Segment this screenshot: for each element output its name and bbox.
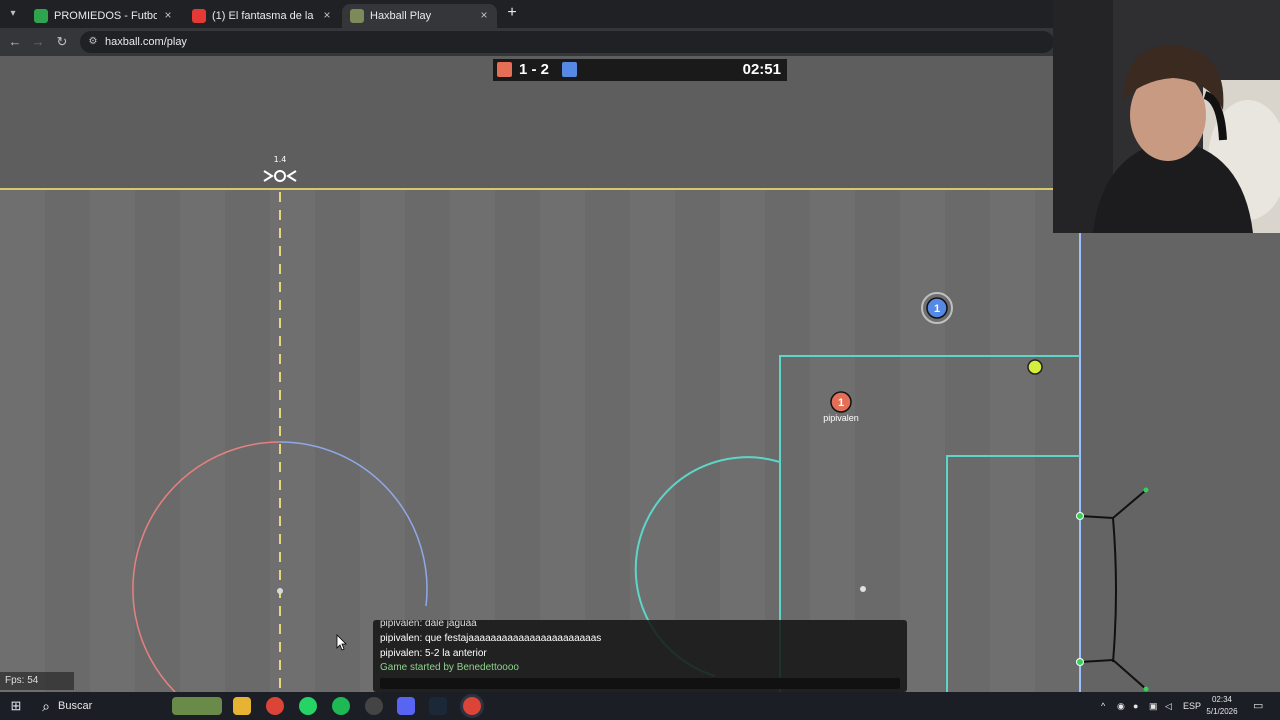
pitch <box>0 189 1080 692</box>
haxball-favicon-icon <box>350 9 364 23</box>
close-icon[interactable]: × <box>320 8 334 22</box>
back-arrow-icon[interactable]: ← <box>6 33 24 51</box>
red-player: 1 <box>830 391 852 413</box>
taskbar-search-label[interactable]: Buscar <box>58 692 92 720</box>
promiedos-favicon-icon <box>34 9 48 23</box>
tab-title: PROMIEDOS - Futbol Argentino <box>54 10 157 22</box>
tab-haxball[interactable]: Haxball Play × <box>342 4 497 28</box>
url-text: haxball.com/play <box>105 36 187 48</box>
red-player-name: pipivalen <box>823 413 859 423</box>
tab-promiedos[interactable]: PROMIEDOS - Futbol Argentino × <box>26 4 181 28</box>
tab-title: (1) El fantasma de la B está lleg <box>212 10 316 22</box>
notifications-icon[interactable]: ▭ <box>1253 692 1263 720</box>
red-player-number: 1 <box>838 397 844 409</box>
fps-counter: Fps: 54 <box>0 672 74 690</box>
chat-line: pipivalen: dale jaguaa <box>380 620 477 629</box>
goal-post-bottom <box>1076 658 1084 666</box>
reload-icon[interactable]: ↻ <box>53 33 71 51</box>
kickoff-spot <box>277 588 283 594</box>
top-marker-label: 1.4 <box>274 155 287 164</box>
network-icon[interactable]: ▣ <box>1149 692 1158 720</box>
steam-icon[interactable] <box>429 697 447 715</box>
widgets-icon[interactable] <box>172 697 222 715</box>
goal-area-outside <box>1080 232 1280 692</box>
tab-youtube[interactable]: (1) El fantasma de la B está lleg × <box>184 4 340 28</box>
scoreboard: 1 - 2 02:51 <box>493 59 787 81</box>
webcam-overlay <box>1053 0 1280 233</box>
close-icon[interactable]: × <box>161 8 175 22</box>
volume-icon[interactable]: ◁ <box>1165 692 1172 720</box>
chrome-icon[interactable] <box>266 697 284 715</box>
penalty-spot <box>860 586 866 592</box>
taskbar: ⊞ ⌕ Buscar ^ ◉ ● ▣ ◁ ESP 02:34 5/1/2026 … <box>0 692 1280 720</box>
tray-expand-icon[interactable]: ^ <box>1101 692 1105 720</box>
tab-title: Haxball Play <box>370 10 432 22</box>
windows-start-icon[interactable]: ⊞ <box>7 697 25 715</box>
address-bar[interactable]: ⚙ haxball.com/play <box>80 31 1054 53</box>
blue-player-number: 1 <box>934 303 940 315</box>
search-icon[interactable]: ⌕ <box>37 697 55 715</box>
discord-icon[interactable] <box>397 697 415 715</box>
webcam-feed <box>1053 0 1280 233</box>
clock-date: 5/1/2026 <box>1206 707 1238 716</box>
match-timer: 02:51 <box>742 61 781 78</box>
whatsapp-icon[interactable] <box>299 697 317 715</box>
obs-icon[interactable] <box>365 697 383 715</box>
spotify-icon[interactable] <box>332 697 350 715</box>
red-team-square <box>497 62 512 77</box>
net-anchor-top <box>1143 487 1149 493</box>
clock-time: 02:34 <box>1211 695 1233 704</box>
site-settings-icon[interactable]: ⚙ <box>86 35 100 49</box>
ball <box>1027 359 1043 375</box>
goal-post-top <box>1076 512 1084 520</box>
score-text: 1 - 2 <box>519 61 550 78</box>
chat-system-line: Game started by Benedettoooo <box>380 662 519 673</box>
file-explorer-icon[interactable] <box>233 697 251 715</box>
close-icon[interactable]: × <box>477 8 491 22</box>
tray-camera-icon[interactable]: ◉ <box>1117 692 1125 720</box>
microphone-icon[interactable]: ● <box>1133 692 1138 720</box>
language-indicator[interactable]: ESP <box>1183 692 1201 720</box>
forward-arrow-icon[interactable]: → <box>29 33 47 51</box>
chrome-active-icon[interactable] <box>463 697 481 715</box>
chat-box: pipivalen: dale jaguaa pipivalen: que fe… <box>373 620 907 692</box>
chat-line: pipivalen: 5-2 la anterior <box>380 648 487 659</box>
blue-player: 1 <box>921 292 953 324</box>
net-anchor-bottom <box>1143 686 1149 692</box>
chat-line: pipivalen: que festajaaaaaaaaaaaaaaaaaaa… <box>380 633 602 644</box>
chat-input[interactable] <box>380 678 900 689</box>
tab-search-icon[interactable]: ▾ <box>4 5 22 23</box>
new-tab-button[interactable]: + <box>504 5 520 21</box>
youtube-favicon-icon <box>192 9 206 23</box>
clock[interactable]: 02:34 5/1/2026 <box>1202 694 1242 718</box>
blue-team-square <box>562 62 577 77</box>
